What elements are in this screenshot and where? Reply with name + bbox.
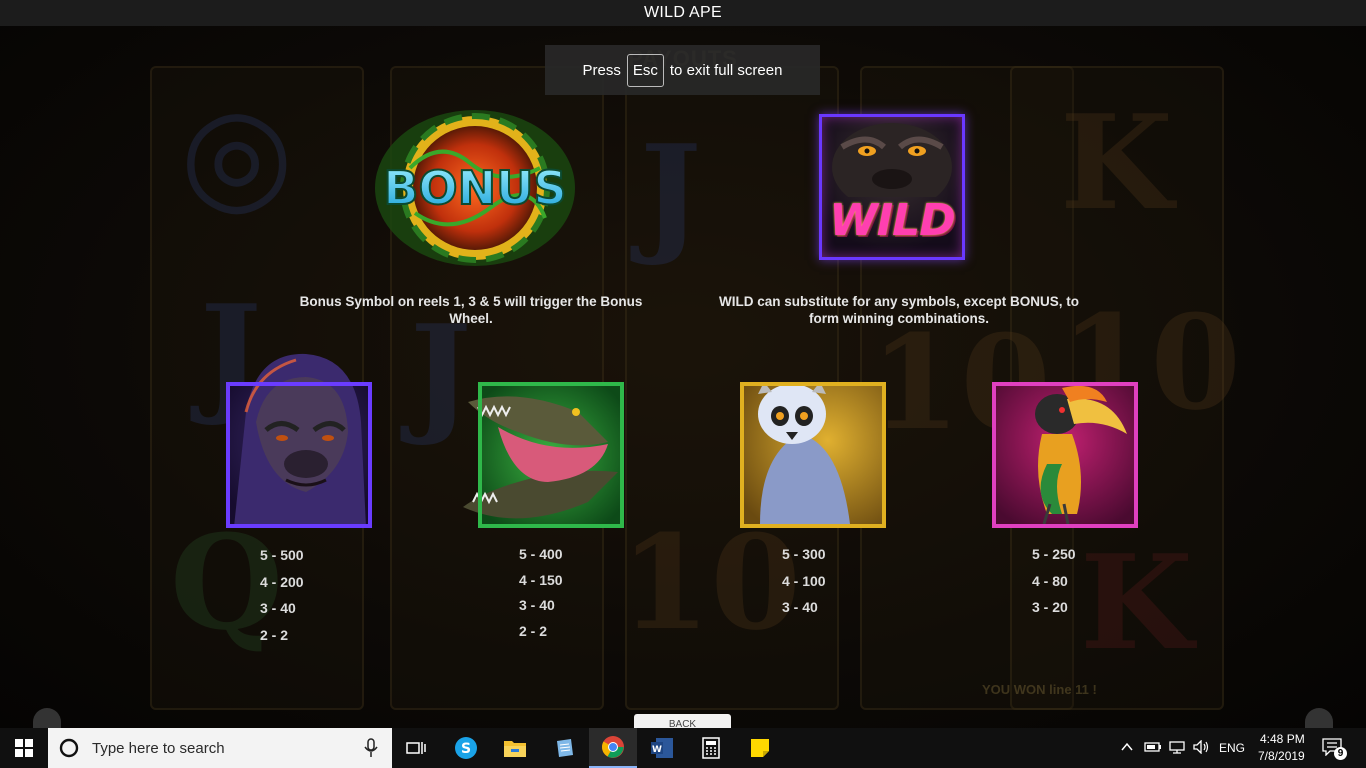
task-view-button[interactable] xyxy=(392,728,440,768)
payout-row: 3 - 20 xyxy=(1032,599,1068,616)
notepad-icon xyxy=(557,739,573,757)
background-symbol: ◎ xyxy=(180,76,294,229)
tray-volume[interactable] xyxy=(1192,739,1210,759)
word-icon: W xyxy=(651,738,673,758)
tray-network[interactable] xyxy=(1168,740,1186,759)
battery-icon xyxy=(1144,742,1161,752)
bonus-description: Bonus Symbol on reels 1, 3 & 5 will trig… xyxy=(299,294,643,326)
sticky-note-icon xyxy=(751,739,769,757)
taskbar-app-word[interactable]: W xyxy=(638,728,686,768)
payout-row: 2 - 2 xyxy=(519,622,548,639)
svg-text:W: W xyxy=(652,745,662,755)
payout-row: 4 - 200 xyxy=(260,573,304,590)
gorilla-payouts: 5 - 500 4 - 200 3 - 40 2 - 2 xyxy=(260,547,304,654)
tray-clock-time[interactable]: 4:48 PM xyxy=(1260,732,1305,746)
autoplay-icon[interactable] xyxy=(1305,708,1333,728)
symbol-frame xyxy=(740,382,886,528)
search-input[interactable] xyxy=(90,738,354,758)
bonus-symbol: BONUS xyxy=(370,108,580,268)
menu-icon[interactable] xyxy=(33,708,61,728)
skype-icon: S xyxy=(455,737,477,759)
crocodile-payouts: 5 - 400 4 - 150 3 - 40 2 - 2 xyxy=(519,546,563,648)
payout-row: 2 - 2 xyxy=(260,627,289,644)
notice-exit-text: to exit full screen xyxy=(669,61,783,79)
background-symbol: K xyxy=(1060,86,1173,239)
wild-emblem-text: WILD xyxy=(829,195,955,246)
window-title: WILD APE xyxy=(644,4,722,21)
symbol-frame xyxy=(226,382,372,528)
taskbar-app-calculator[interactable] xyxy=(687,728,735,768)
folder-icon xyxy=(504,741,526,757)
start-button[interactable] xyxy=(0,728,48,768)
payout-row: 4 - 80 xyxy=(1032,572,1068,589)
bonus-emblem-icon: BONUS xyxy=(375,110,575,266)
tray-clock-date[interactable]: 7/8/2019 xyxy=(1258,749,1305,763)
taskbar-app-sticky-notes[interactable] xyxy=(736,728,784,768)
payout-row: 3 - 40 xyxy=(782,599,818,616)
lemur-symbol xyxy=(740,382,886,528)
windows-logo-icon xyxy=(15,739,33,757)
payout-row: 4 - 150 xyxy=(519,571,563,588)
symbol-frame xyxy=(478,382,624,528)
payout-row: 5 - 400 xyxy=(519,546,563,562)
ape-face-icon xyxy=(832,123,952,197)
calculator-icon xyxy=(702,737,720,759)
symbol-frame xyxy=(992,382,1138,528)
taskbar-app-file-explorer[interactable] xyxy=(491,728,539,768)
svg-text:S: S xyxy=(461,741,471,757)
wild-symbol: WILD xyxy=(819,114,965,260)
taskbar-search[interactable] xyxy=(48,728,392,768)
payout-row: 3 - 40 xyxy=(260,600,296,617)
payout-row: 3 - 40 xyxy=(519,597,555,613)
taskbar-app-notepad[interactable] xyxy=(540,728,588,768)
window-title-bar: WILD APE xyxy=(0,0,1366,26)
tray-language[interactable]: ENG xyxy=(1219,741,1245,755)
action-center-button[interactable]: 9 xyxy=(1322,738,1348,760)
win-line-message: YOU WON line 11 ! xyxy=(982,682,1097,697)
tray-show-hidden-icons[interactable] xyxy=(1120,740,1136,756)
chevron-up-icon xyxy=(1121,742,1133,751)
background-symbol: K xyxy=(1080,526,1193,679)
payout-row: 5 - 300 xyxy=(782,546,826,562)
task-view-icon xyxy=(406,742,426,754)
chrome-icon xyxy=(602,736,624,758)
cortana-icon xyxy=(59,738,79,758)
esc-key: Esc xyxy=(626,53,664,87)
taskbar-app-skype[interactable]: S xyxy=(442,728,490,768)
network-icon xyxy=(1169,741,1185,754)
notice-press-text: Press xyxy=(582,61,621,79)
microphone-icon[interactable] xyxy=(364,738,378,758)
hornbill-payouts: 5 - 250 4 - 80 3 - 20 xyxy=(1032,546,1076,626)
notification-count-badge: 9 xyxy=(1334,747,1347,760)
gorilla-symbol xyxy=(226,353,372,528)
speaker-icon xyxy=(1193,739,1209,755)
windows-taskbar: S W xyxy=(0,728,1366,768)
taskbar-app-chrome[interactable] xyxy=(589,728,637,768)
fullscreen-exit-notice: Press Esc to exit full screen xyxy=(545,45,820,95)
bonus-emblem-text: BONUS xyxy=(383,161,566,215)
lemur-payouts: 5 - 300 4 - 100 3 - 40 xyxy=(782,546,826,626)
wild-description: WILD can substitute for any symbols, exc… xyxy=(718,294,1080,326)
game-viewport: ◎ J K J J 10 10 Q 10 K PAYOUTS xyxy=(0,26,1366,728)
back-button[interactable]: BACK xyxy=(634,714,731,728)
background-symbol: J xyxy=(640,116,702,269)
payout-row: 5 - 500 xyxy=(260,547,304,563)
hornbill-symbol xyxy=(992,382,1138,528)
crocodile-symbol xyxy=(463,382,624,528)
payout-row: 4 - 100 xyxy=(782,572,826,589)
payout-row: 5 - 250 xyxy=(1032,546,1076,562)
tray-battery[interactable] xyxy=(1144,740,1162,759)
